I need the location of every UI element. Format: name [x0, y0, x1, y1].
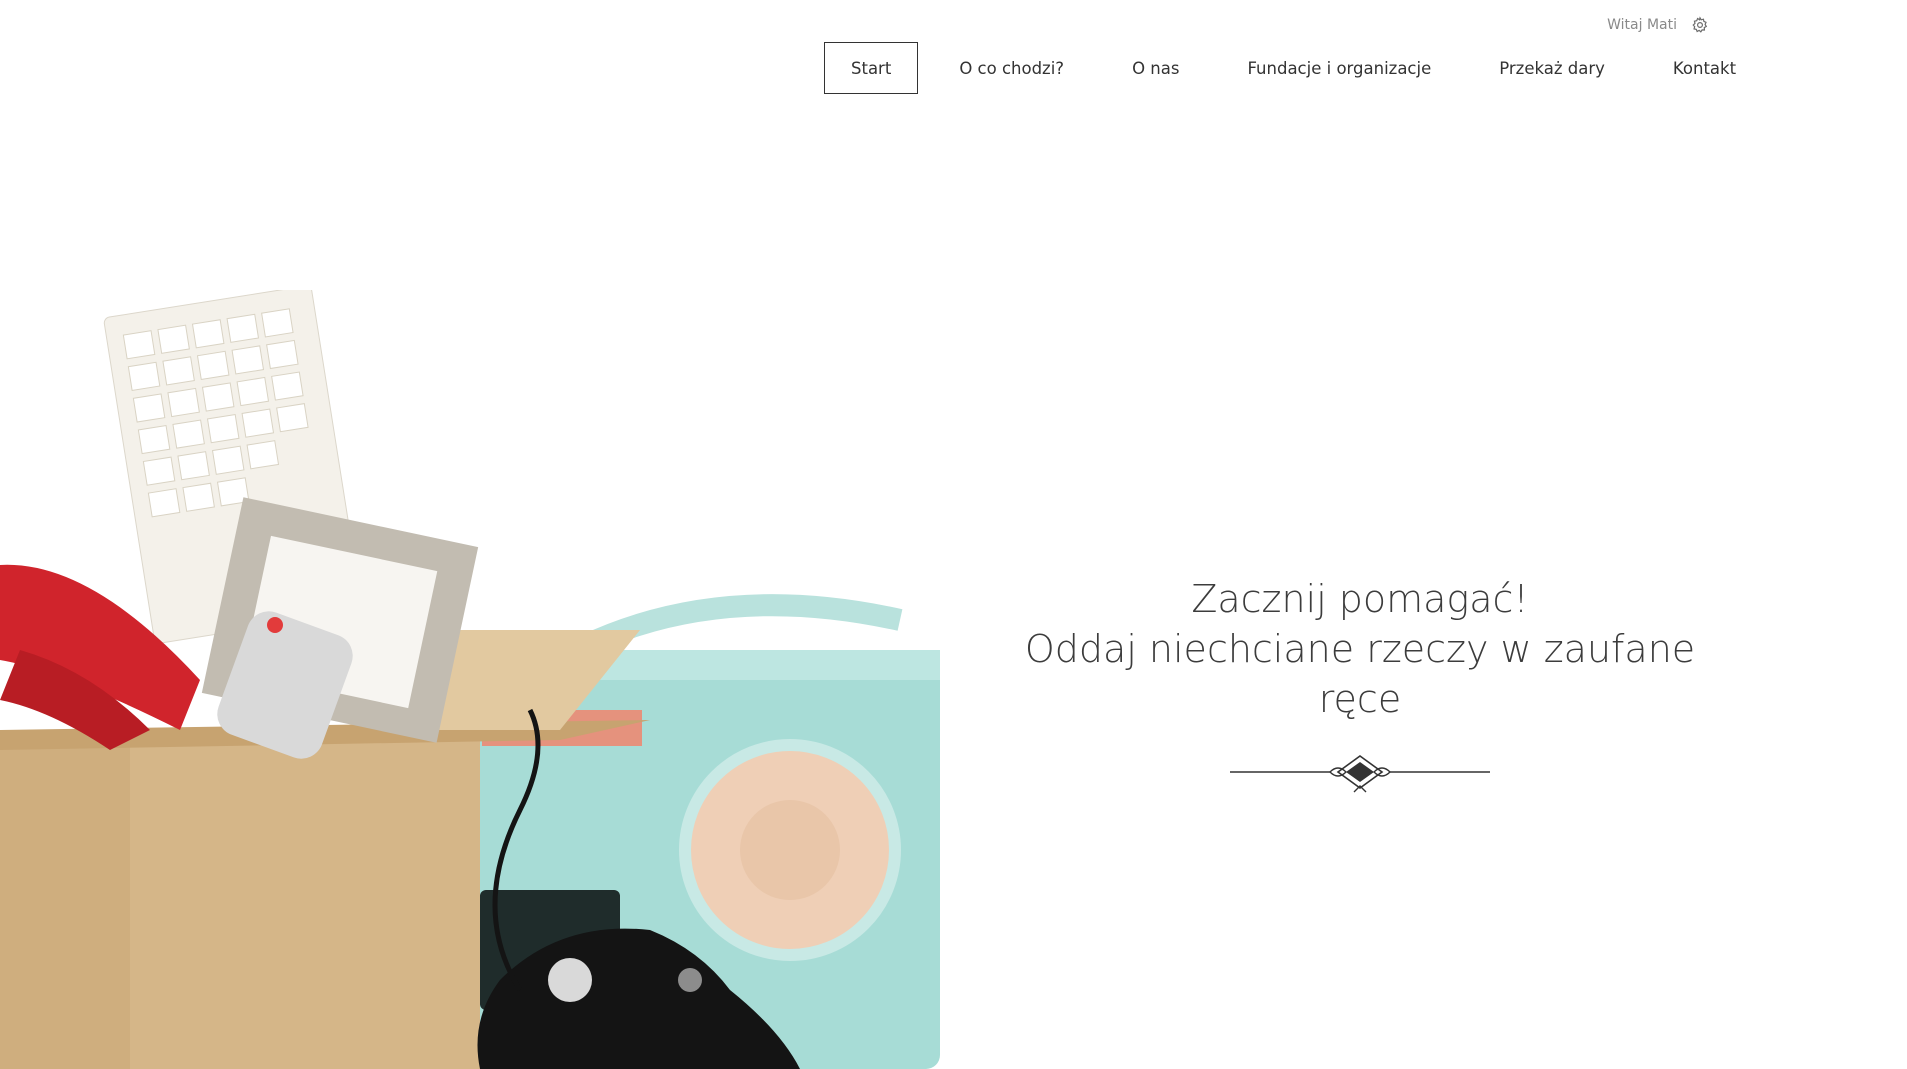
donation-box-illustration: [0, 290, 940, 1069]
nav-start[interactable]: Start: [824, 42, 919, 94]
main-navigation: Start O co chodzi? O nas Fundacje i orga…: [824, 42, 1777, 94]
hero-text: Zacznij pomagać! Oddaj niechciane rzeczy…: [1000, 574, 1720, 796]
nav-o-co-chodzi[interactable]: O co chodzi?: [932, 42, 1091, 94]
greeting-text: Witaj Mati: [1607, 17, 1677, 33]
ornament-divider-icon: [1230, 755, 1490, 793]
gear-icon[interactable]: [1691, 16, 1709, 34]
hero-heading: Zacznij pomagać!: [1191, 577, 1529, 621]
hero-subheading: Oddaj niechciane rzeczy w zaufane ręce: [1024, 627, 1696, 721]
nav-kontakt[interactable]: Kontakt: [1646, 42, 1763, 94]
nav-fundacje[interactable]: Fundacje i organizacje: [1220, 42, 1458, 94]
nav-o-nas[interactable]: O nas: [1105, 42, 1206, 94]
nav-przekaz-dary[interactable]: Przekaż dary: [1472, 42, 1632, 94]
user-bar: Witaj Mati: [1607, 16, 1709, 34]
